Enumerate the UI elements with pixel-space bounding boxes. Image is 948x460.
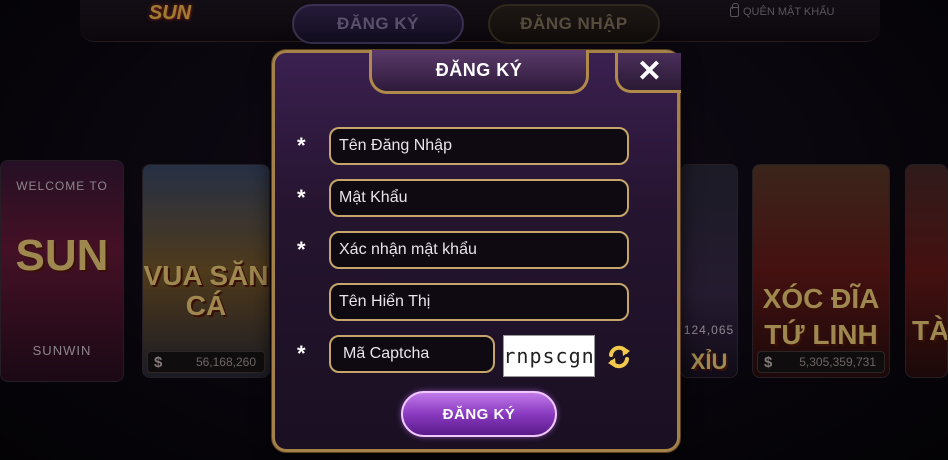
display-name-field[interactable]: Tên Hiển Thị: [329, 283, 629, 321]
close-icon: ✕: [636, 55, 663, 88]
close-button[interactable]: ✕: [615, 53, 681, 93]
required-mark: *: [297, 133, 306, 158]
register-modal: ĐĂNG KÝ ✕ * Tên Đăng Nhập * Mật Khẩu * X…: [272, 50, 681, 452]
refresh-icon[interactable]: [605, 343, 633, 371]
register-submit-button[interactable]: ĐĂNG KÝ: [401, 391, 557, 437]
required-mark: *: [297, 237, 306, 262]
required-mark: *: [297, 341, 306, 366]
captcha-image: rnpscgn: [503, 335, 595, 377]
username-field[interactable]: Tên Đăng Nhập: [329, 127, 629, 165]
modal-title: ĐĂNG KÝ: [369, 50, 589, 94]
captcha-field[interactable]: Mã Captcha: [329, 335, 495, 373]
required-mark: *: [297, 185, 306, 210]
confirm-password-field[interactable]: Xác nhận mật khẩu: [329, 231, 629, 269]
password-field[interactable]: Mật Khẩu: [329, 179, 629, 217]
